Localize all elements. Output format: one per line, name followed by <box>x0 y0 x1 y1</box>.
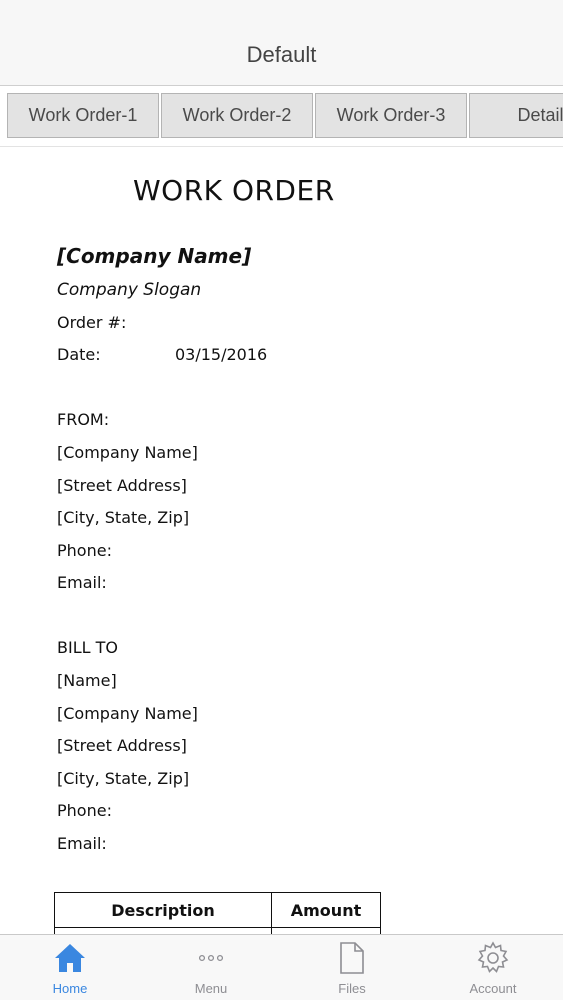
tab-work-order-2[interactable]: Work Order-2 <box>161 93 313 138</box>
bill-to-heading: BILL TO <box>57 638 118 657</box>
from-email: Email: <box>57 573 107 592</box>
bill-to-phone: Phone: <box>57 801 112 820</box>
tab-home[interactable]: Home <box>0 935 140 1000</box>
bill-to-city: [City, State, Zip] <box>57 769 190 788</box>
tab-menu[interactable]: Menu <box>141 935 281 1000</box>
tab-files[interactable]: Files <box>282 935 422 1000</box>
more-icon <box>194 941 228 979</box>
tab-work-order-3[interactable]: Work Order-3 <box>315 93 467 138</box>
tab-details[interactable]: Details <box>469 93 563 138</box>
bill-to-email: Email: <box>57 834 107 853</box>
tab-home-label: Home <box>52 981 88 996</box>
from-company: [Company Name] <box>57 443 198 462</box>
sheet-tab-strip[interactable]: Work Order-1 Work Order-2 Work Order-3 D… <box>0 86 563 147</box>
tab-account-label: Account <box>469 981 517 996</box>
from-phone: Phone: <box>57 541 112 560</box>
line-items-table: Description Amount <box>54 892 381 934</box>
gear-icon <box>476 941 510 979</box>
amount-header: Amount <box>271 892 381 928</box>
bill-to-street: [Street Address] <box>57 736 187 755</box>
bill-to-name: [Name] <box>57 671 117 690</box>
company-name: [Company Name] <box>57 244 252 268</box>
table-header-row: Description Amount <box>54 892 381 928</box>
date-value: 03/15/2016 <box>175 345 268 364</box>
tab-work-order-1[interactable]: Work Order-1 <box>7 93 159 138</box>
nav-bar: Default <box>0 0 563 86</box>
from-city: [City, State, Zip] <box>57 508 190 527</box>
nav-title: Default <box>246 42 317 67</box>
document-title: WORK ORDER <box>133 174 335 207</box>
tab-files-label: Files <box>338 981 366 996</box>
app-screen: Default Work Order-1 Work Order-2 Work O… <box>0 0 563 1000</box>
bottom-tab-bar: Home Menu Files Account <box>0 934 563 1000</box>
home-icon <box>53 941 87 979</box>
date-label: Date: <box>57 345 101 364</box>
tab-menu-label: Menu <box>194 981 228 996</box>
document-view[interactable]: WORK ORDER [Company Name] Company Slogan… <box>0 148 563 934</box>
bill-to-company: [Company Name] <box>57 704 198 723</box>
file-icon <box>335 941 369 979</box>
tab-account[interactable]: Account <box>423 935 563 1000</box>
company-slogan: Company Slogan <box>57 280 202 300</box>
description-header: Description <box>54 892 272 928</box>
from-street: [Street Address] <box>57 476 187 495</box>
from-heading: FROM: <box>57 410 110 429</box>
order-number-label: Order #: <box>57 313 127 332</box>
